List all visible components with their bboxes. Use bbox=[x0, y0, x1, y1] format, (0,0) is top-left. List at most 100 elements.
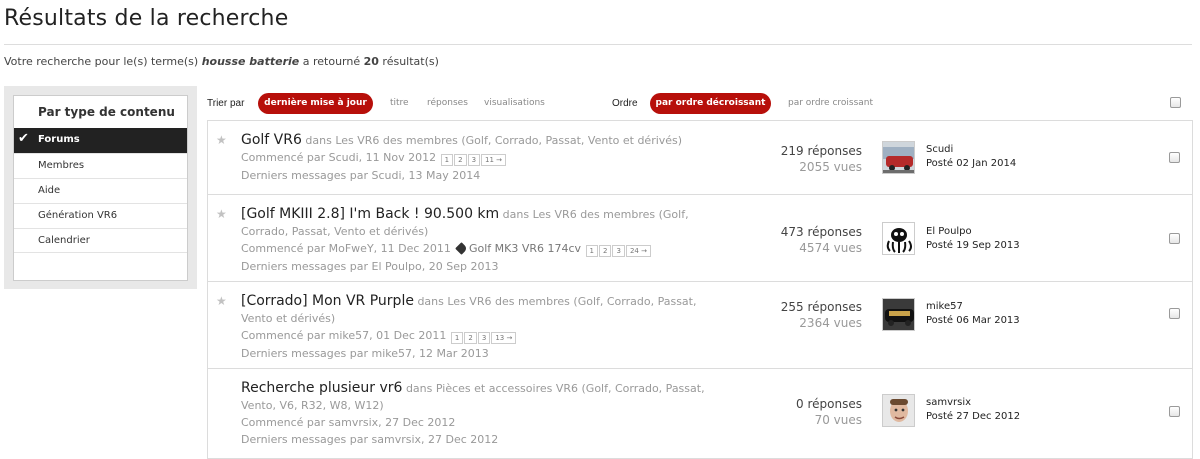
content-type-box: Par type de contenu ✔ Forums Membres Aid… bbox=[13, 95, 188, 281]
topic-stats: 473 réponses 4574 vues bbox=[781, 224, 862, 256]
sidebar-item-label: Membres bbox=[38, 160, 85, 171]
row-checkbox[interactable] bbox=[1169, 233, 1180, 244]
reply-count: 255 réponses bbox=[780, 300, 862, 314]
sort-last-update-button[interactable]: dernière mise à jour bbox=[258, 93, 373, 114]
row-checkbox[interactable] bbox=[1169, 152, 1180, 163]
table-row: ★ [Golf MKIII 2.8] I'm Back ! 90.500 km … bbox=[208, 195, 1192, 282]
topic-stats: 0 réponses 70 vues bbox=[796, 396, 862, 428]
last-post-date: Posté 02 Jan 2014 bbox=[926, 158, 1017, 169]
summary-prefix: Votre recherche pour le(s) terme(s) bbox=[4, 55, 202, 68]
page-link[interactable]: 11 → bbox=[481, 153, 507, 166]
sidebar-item-aide[interactable]: Aide bbox=[14, 178, 187, 203]
topic-started-by: Commencé par MoFweY, 11 Dec 2011 bbox=[241, 242, 451, 255]
avatar[interactable] bbox=[882, 298, 915, 331]
last-post-info: El Poulpo Posté 19 Sep 2013 bbox=[926, 225, 1020, 253]
sort-title-option[interactable]: titre bbox=[390, 98, 409, 108]
select-all-checkbox[interactable] bbox=[1170, 97, 1181, 108]
sidebar-item-label: Forums bbox=[38, 134, 80, 145]
star-icon[interactable]: ★ bbox=[216, 207, 227, 221]
page-link[interactable]: 3 bbox=[467, 153, 481, 166]
topic-started-by: Commencé par samvrsix, 27 Dec 2012 bbox=[241, 416, 456, 429]
star-icon[interactable]: ★ bbox=[216, 133, 227, 147]
topic-last-post: Derniers messages par mike57, 12 Mar 201… bbox=[241, 346, 489, 360]
sidebar-item-label: Calendrier bbox=[38, 235, 90, 246]
order-label: Ordre bbox=[612, 98, 638, 109]
page-link[interactable]: 3 bbox=[612, 244, 625, 257]
order-ascending-option[interactable]: par ordre croissant bbox=[788, 98, 873, 108]
topic-title-link[interactable]: [Corrado] Mon VR Purple bbox=[241, 293, 414, 309]
page-link[interactable]: 1 bbox=[440, 153, 454, 166]
result-count: 20 bbox=[363, 55, 379, 68]
last-post-date: Posté 27 Dec 2012 bbox=[926, 411, 1021, 422]
page-link[interactable]: 13 → bbox=[491, 331, 517, 344]
checkmark-icon: ✔ bbox=[18, 131, 29, 146]
topic-pagination: 1 2 3 24 → bbox=[585, 241, 651, 258]
sidebar-item-calendrier[interactable]: Calendrier bbox=[14, 228, 187, 253]
topic-started-by: Commencé par Scudi, 11 Nov 2012 bbox=[241, 151, 437, 164]
topic-info: [Corrado] Mon VR Purple dans Les VR6 des… bbox=[241, 293, 716, 362]
topic-info: Golf VR6 dans Les VR6 des membres (Golf,… bbox=[241, 132, 716, 184]
topic-pagination: 1 2 3 13 → bbox=[450, 328, 517, 345]
topic-forum: dans Les VR6 des membres (Golf, Corrado,… bbox=[305, 134, 683, 147]
sort-label: Trier par bbox=[207, 98, 245, 109]
avatar[interactable] bbox=[882, 394, 915, 427]
row-checkbox[interactable] bbox=[1169, 308, 1180, 319]
topic-info: Recherche plusieur vr6 dans Pièces et ac… bbox=[241, 380, 716, 448]
topic-pagination: 1 2 3 11 → bbox=[440, 150, 507, 167]
last-post-user[interactable]: El Poulpo bbox=[926, 225, 1020, 239]
order-descending-button[interactable]: par ordre décroissant bbox=[650, 93, 771, 114]
sort-replies-option[interactable]: réponses bbox=[427, 98, 468, 108]
view-count: 2055 vues bbox=[799, 160, 862, 174]
avatar[interactable] bbox=[882, 141, 915, 174]
last-post-info: mike57 Posté 06 Mar 2013 bbox=[926, 300, 1020, 328]
star-icon[interactable]: ★ bbox=[216, 294, 227, 308]
page-link[interactable]: 2 bbox=[464, 331, 477, 344]
sidebar-title: Par type de contenu bbox=[38, 105, 175, 119]
page-link[interactable]: 3 bbox=[477, 331, 491, 344]
sidebar-item-generation-vr6[interactable]: Génération VR6 bbox=[14, 203, 187, 228]
page-link[interactable]: 1 bbox=[585, 244, 599, 257]
content-type-sidebar: Par type de contenu ✔ Forums Membres Aid… bbox=[4, 86, 197, 289]
summary-suffix: résultat(s) bbox=[378, 55, 439, 68]
sort-views-option[interactable]: visualisations bbox=[484, 98, 545, 108]
page-link[interactable]: 24 → bbox=[625, 244, 651, 257]
topic-info: [Golf MKIII 2.8] I'm Back ! 90.500 km da… bbox=[241, 206, 716, 275]
table-row: ★ [Corrado] Mon VR Purple dans Les VR6 d… bbox=[208, 282, 1192, 369]
row-checkbox[interactable] bbox=[1169, 406, 1180, 417]
page-link[interactable]: 2 bbox=[599, 244, 612, 257]
reply-count: 219 réponses bbox=[780, 144, 862, 158]
topic-tag[interactable]: Golf MK3 VR6 174cv bbox=[469, 242, 581, 255]
topic-stats: 219 réponses 2055 vues bbox=[781, 143, 862, 175]
reply-count: 473 réponses bbox=[780, 225, 862, 239]
topic-title-link[interactable]: Recherche plusieur vr6 bbox=[241, 380, 402, 396]
table-row: Recherche plusieur vr6 dans Pièces et ac… bbox=[208, 369, 1192, 458]
tag-icon bbox=[455, 242, 468, 255]
topic-last-post: Derniers messages par Scudi, 13 May 2014 bbox=[241, 168, 481, 182]
summary-middle: a retourné bbox=[299, 55, 364, 68]
sidebar-item-membres[interactable]: Membres bbox=[14, 153, 187, 178]
page-link[interactable]: 2 bbox=[454, 153, 467, 166]
view-count: 70 vues bbox=[814, 413, 862, 427]
last-post-info: Scudi Posté 02 Jan 2014 bbox=[926, 143, 1016, 171]
last-post-user[interactable]: samvrsix bbox=[926, 396, 1020, 410]
last-post-date: Posté 06 Mar 2013 bbox=[926, 315, 1020, 326]
results-list: ★ Golf VR6 dans Les VR6 des membres (Gol… bbox=[207, 120, 1193, 459]
topic-last-post: Derniers messages par samvrsix, 27 Dec 2… bbox=[241, 433, 499, 446]
page-title: Résultats de la recherche bbox=[4, 6, 289, 31]
sort-bar: Trier par dernière mise à jour titre rép… bbox=[207, 93, 1192, 114]
last-post-user[interactable]: mike57 bbox=[926, 300, 1020, 314]
last-post-user[interactable]: Scudi bbox=[926, 143, 1016, 157]
last-post-date: Posté 19 Sep 2013 bbox=[926, 240, 1020, 251]
search-summary: Votre recherche pour le(s) terme(s) hous… bbox=[4, 55, 439, 68]
topic-title-link[interactable]: [Golf MKIII 2.8] I'm Back ! 90.500 km bbox=[241, 206, 499, 222]
view-count: 4574 vues bbox=[799, 241, 862, 255]
topic-title-link[interactable]: Golf VR6 bbox=[241, 132, 302, 148]
view-count: 2364 vues bbox=[799, 316, 862, 330]
sidebar-item-label: Génération VR6 bbox=[38, 210, 118, 221]
page-link[interactable]: 1 bbox=[450, 331, 464, 344]
avatar[interactable] bbox=[882, 222, 915, 255]
sidebar-item-label: Aide bbox=[38, 185, 61, 196]
topic-started-by: Commencé par mike57, 01 Dec 2011 bbox=[241, 329, 447, 342]
sidebar-item-forums[interactable]: ✔ Forums bbox=[14, 128, 187, 153]
topic-last-post: Derniers messages par El Poulpo, 20 Sep … bbox=[241, 259, 499, 273]
